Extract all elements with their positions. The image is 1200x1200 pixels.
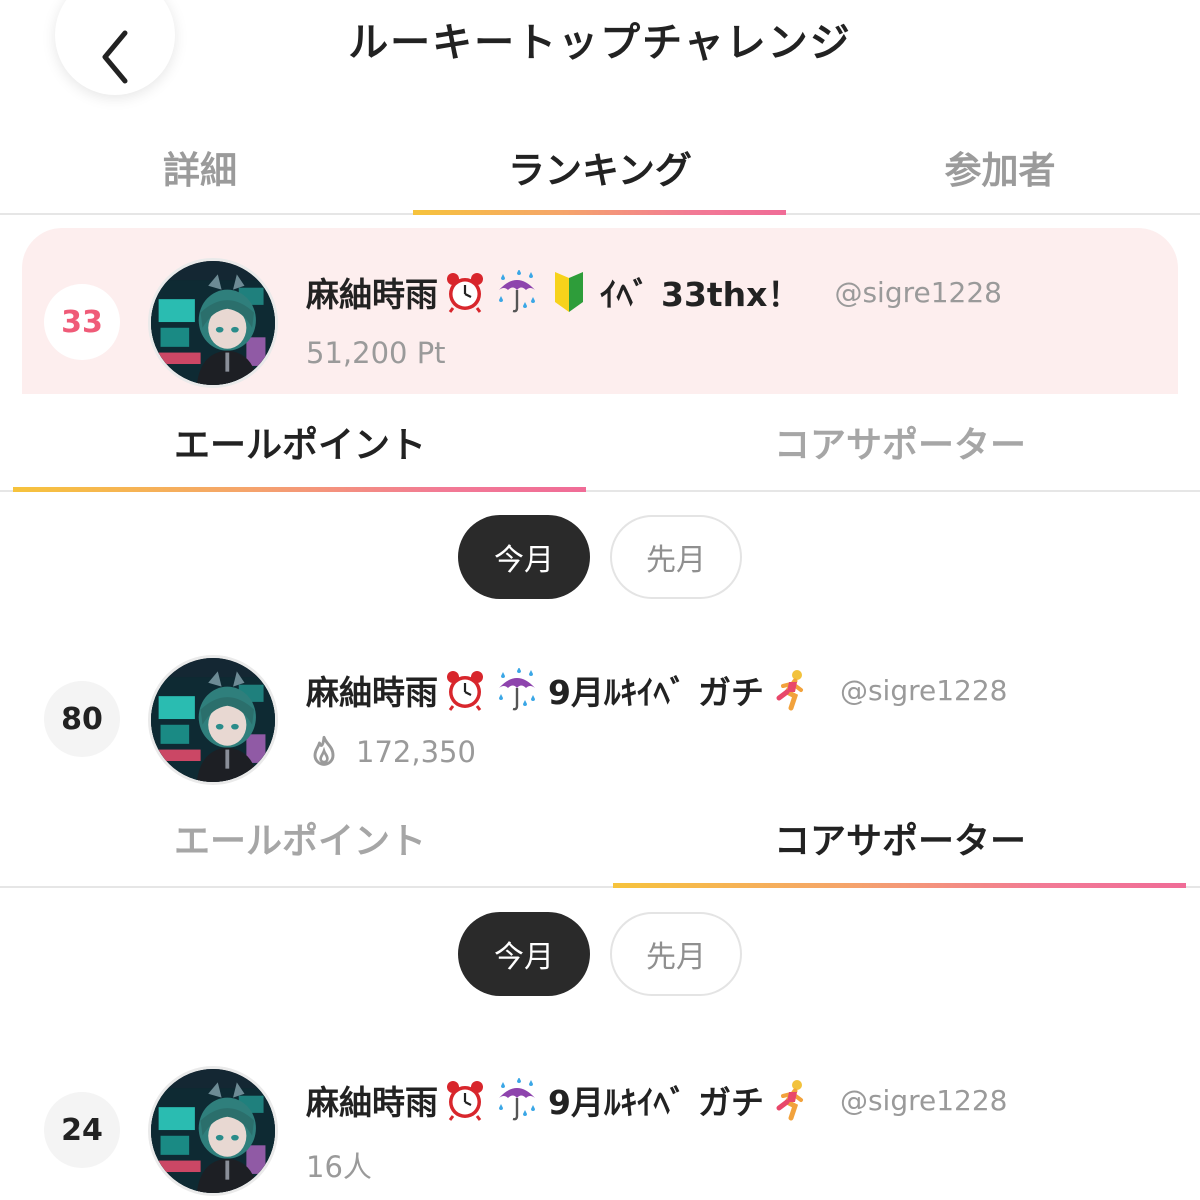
tab-active-indicator <box>413 210 786 215</box>
period-this-month-button[interactable]: 今月 <box>458 912 590 996</box>
yell-points-value: 172,350 <box>356 735 476 769</box>
user-name-suffix: 9月ﾙｷｲﾍﾞ ガチ <box>548 1083 764 1122</box>
user-name-suffix: 9月ﾙｷｲﾍﾞ ガチ <box>548 673 764 712</box>
entry-name-line: 麻紬時雨 9月ﾙｷｲﾍﾞ ガチ @sigre1228 <box>306 666 1007 714</box>
alarm-clock-icon <box>440 668 490 712</box>
beginner-mark-icon <box>544 270 594 314</box>
yell-points-row: 172,350 <box>306 734 476 770</box>
subtab-core-supporter[interactable]: コアサポーター <box>700 812 1100 864</box>
flame-icon <box>306 734 342 770</box>
user-handle: @sigre1228 <box>839 1083 1008 1117</box>
subtab-active-indicator <box>613 883 1186 888</box>
user-name: 麻紬時雨 <box>306 673 438 712</box>
avatar[interactable] <box>148 655 278 785</box>
user-handle: @sigre1228 <box>839 673 1008 707</box>
page-title: ルーキートップチャレンジ <box>348 20 852 66</box>
avatar[interactable] <box>148 258 278 388</box>
umbrella-rain-icon <box>492 1078 542 1122</box>
period-last-month-button[interactable]: 先月 <box>610 515 742 599</box>
subtab-core-supporter[interactable]: コアサポーター <box>700 416 1100 468</box>
user-name: 麻紬時雨 <box>306 275 438 314</box>
points-value: 51,200 Pt <box>306 336 446 370</box>
tab-ranking[interactable]: ランキング <box>420 140 780 194</box>
avatar[interactable] <box>148 1066 278 1196</box>
entry-name-line: 麻紬時雨 9月ﾙｷｲﾍﾞ ガチ @sigre1228 <box>306 1076 1007 1124</box>
user-name-suffix: ｲﾍﾞ 33thx！ <box>600 275 801 314</box>
subtab-yell-points[interactable]: エールポイント <box>100 416 500 468</box>
rank-badge: 33 <box>44 284 120 360</box>
entry-name-line: 麻紬時雨 ｲﾍﾞ 33thx！ @sigre1228 <box>306 268 1002 316</box>
umbrella-rain-icon <box>492 270 542 314</box>
subtab-active-indicator <box>13 487 586 492</box>
umbrella-rain-icon <box>492 668 542 712</box>
alarm-clock-icon <box>440 1078 490 1122</box>
subtab-yell-points[interactable]: エールポイント <box>100 812 500 864</box>
period-this-month-button[interactable]: 今月 <box>458 515 590 599</box>
tab-details[interactable]: 詳細 <box>100 140 300 194</box>
rank-badge: 24 <box>44 1092 120 1168</box>
rank-badge: 80 <box>44 681 120 757</box>
runner-icon <box>766 1078 816 1122</box>
tab-participants[interactable]: 参加者 <box>900 140 1100 194</box>
user-name: 麻紬時雨 <box>306 1083 438 1122</box>
user-handle: @sigre1228 <box>834 275 1002 309</box>
runner-icon <box>766 668 816 712</box>
supporter-count: 16人 <box>306 1150 372 1184</box>
period-last-month-button[interactable]: 先月 <box>610 912 742 996</box>
alarm-clock-icon <box>440 270 490 314</box>
